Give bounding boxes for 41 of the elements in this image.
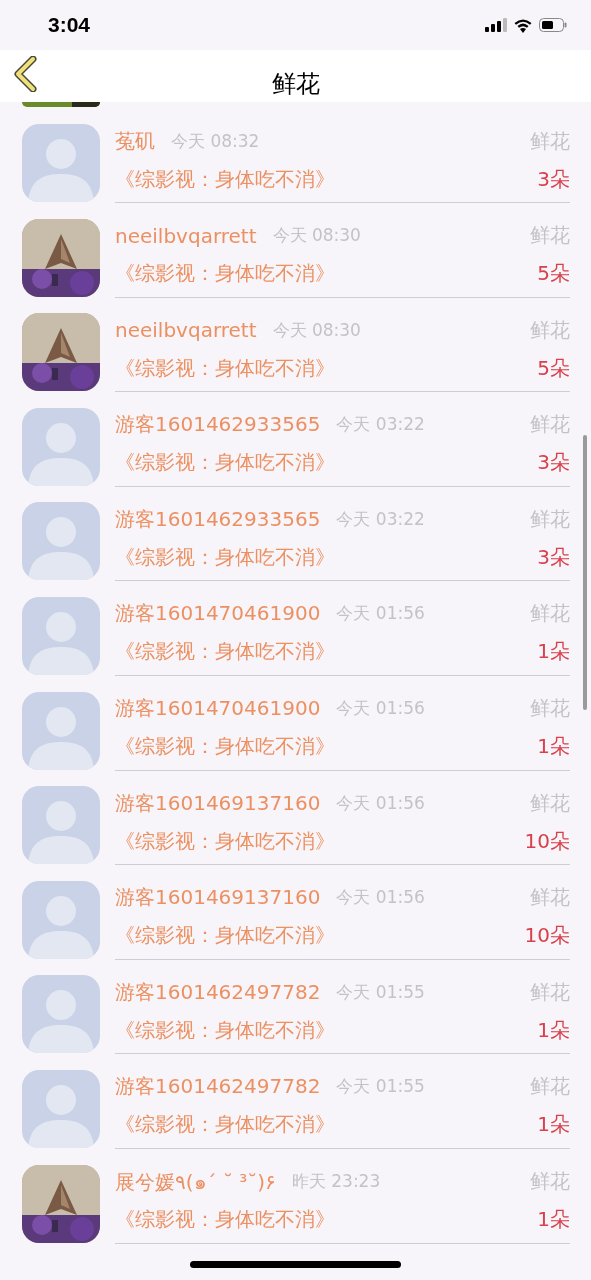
book-title: 《综影视：身体吃不消》 [115, 165, 335, 193]
status-time: 3:04 [48, 13, 91, 37]
book-title: 《综影视：身体吃不消》 [115, 827, 335, 855]
user-name: 游客1601462497782 [115, 1073, 321, 1101]
user-name: 游客1601462497782 [115, 978, 321, 1006]
user-name: 游客1601469137160 [115, 789, 321, 817]
flower-count: 10朵 [524, 827, 570, 855]
user-name: 游客1601469137160 [115, 884, 321, 912]
flower-count: 3朵 [537, 543, 570, 571]
flower-count: 10朵 [524, 922, 570, 950]
flower-count: 1朵 [537, 1016, 570, 1044]
user-name: 游客1601470461900 [115, 695, 321, 723]
flower-count: 5朵 [537, 354, 570, 382]
flower-count: 1朵 [537, 733, 570, 761]
book-title: 《综影视：身体吃不消》 [115, 354, 335, 382]
flower-count: 1朵 [537, 1206, 570, 1234]
user-name: neeilbvqarrett [115, 318, 257, 343]
flower-count: 5朵 [537, 260, 570, 288]
book-title: 《综影视：身体吃不消》 [115, 733, 335, 761]
user-name: neeilbvqarrett [115, 223, 257, 248]
signal-icon [485, 18, 507, 32]
book-title: 《综影视：身体吃不消》 [115, 1016, 335, 1044]
user-name: 游客1601462933565 [115, 411, 321, 439]
book-title: 《综影视：身体吃不消》 [115, 543, 335, 571]
book-title: 《综影视：身体吃不消》 [115, 922, 335, 950]
user-name: 菟矶 [115, 127, 155, 155]
user-name: 展兮媛٩(๑´ ˘ ³˘)۶ [115, 1168, 276, 1196]
nav-title: 鲜花 [271, 69, 320, 100]
user-name: 游客1601462933565 [115, 505, 321, 533]
book-title: 《综影视：身体吃不消》 [115, 260, 335, 288]
wifi-icon [513, 17, 533, 33]
book-title: 《综影视：身体吃不消》 [115, 638, 335, 666]
book-title: 《综影视：身体吃不消》 [115, 1111, 335, 1139]
flower-count: 3朵 [537, 449, 570, 477]
flower-count: 1朵 [537, 638, 570, 666]
user-name: 游客1601470461900 [115, 600, 321, 628]
book-title: 《综影视：身体吃不消》 [115, 1206, 335, 1234]
flower-count: 1朵 [537, 1111, 570, 1139]
book-title: 《综影视：身体吃不消》 [115, 449, 335, 477]
flower-count: 3朵 [537, 165, 570, 193]
battery-icon [539, 18, 567, 32]
